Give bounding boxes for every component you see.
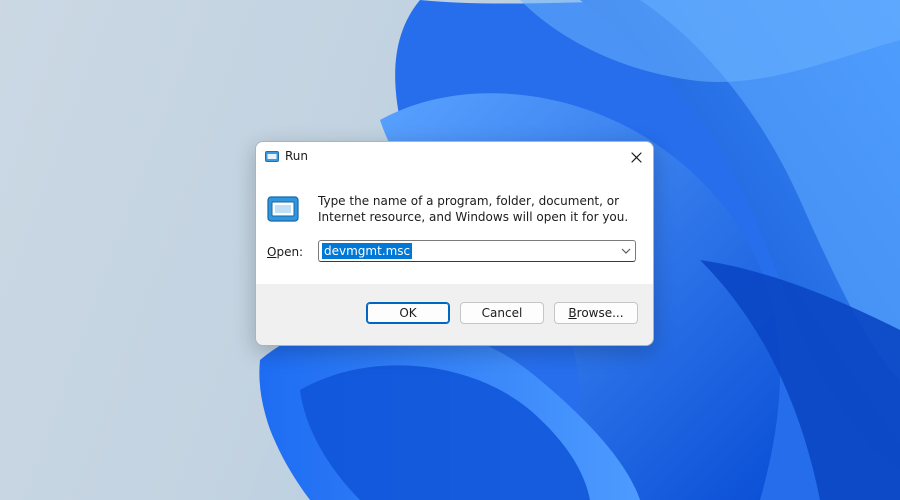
open-label-rest: pen: [276, 245, 304, 259]
open-combobox[interactable]: devmgmt.msc [318, 240, 636, 262]
chevron-down-icon[interactable] [620, 246, 632, 256]
ok-button[interactable]: OK [366, 302, 450, 324]
browse-mnemonic: B [568, 306, 577, 320]
dialog-footer: OK Cancel Browse... [256, 284, 653, 345]
desktop: Run Type the name of a program, folder, … [0, 0, 900, 500]
window-title: Run [285, 149, 309, 163]
close-button[interactable] [619, 142, 653, 172]
open-input[interactable]: devmgmt.msc [322, 243, 413, 259]
browse-button[interactable]: Browse... [554, 302, 638, 324]
dialog-description: Type the name of a program, folder, docu… [318, 194, 629, 224]
title-bar: Run [256, 142, 653, 172]
cancel-button[interactable]: Cancel [460, 302, 544, 324]
close-icon [630, 151, 642, 163]
browse-label-rest: rowse... [576, 306, 624, 320]
run-dialog: Run Type the name of a program, folder, … [255, 141, 654, 346]
run-icon [265, 151, 279, 162]
dialog-body: Type the name of a program, folder, docu… [256, 172, 653, 284]
run-icon [267, 196, 299, 222]
open-label: Open: [267, 245, 303, 259]
